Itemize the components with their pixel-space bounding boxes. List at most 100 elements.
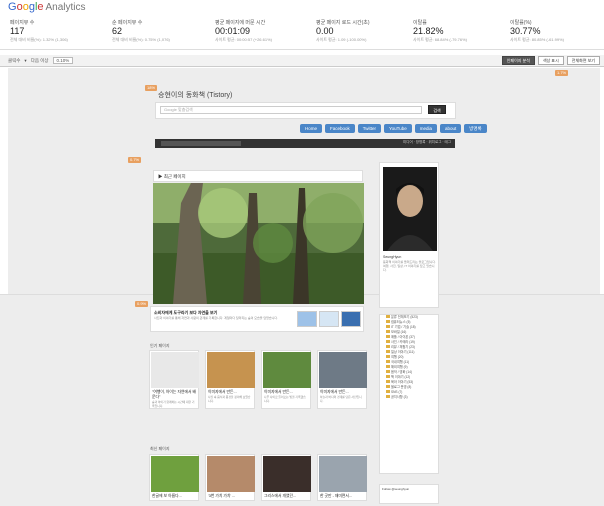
folder-icon (386, 330, 390, 333)
menu-links[interactable]: 미디어 · 방명록 · 위치로그 · 태그 (403, 140, 451, 145)
post-thumbnail (263, 352, 311, 388)
folder-icon (386, 395, 390, 398)
post-card[interactable]: 한글에 보 아름다... (149, 454, 199, 501)
inpage-toolbar: 클릭수 ▾ 다음 이상 0.10% 인페이지 분석 색상 표시 전체화면 보기 (0, 55, 604, 67)
metric-load-time: 평균 페이지 로드 시간(초) 0.00 사이트 평균: 1.09 (-100.… (316, 19, 421, 43)
post-card-title[interactable]: 한 곳만 - 재미면서... (318, 493, 366, 500)
click-badge[interactable]: 0.9% (135, 301, 149, 307)
nav-facebook[interactable]: Facebook (325, 124, 355, 133)
featured-thumbs (297, 311, 361, 327)
folder-icon (386, 385, 390, 388)
toolbar-actions: 인페이지 분석 색상 표시 전체화면 보기 (501, 56, 600, 65)
nav-twitter[interactable]: Twitter (357, 124, 382, 133)
metric-sub: 사이트 평균: 68.84% (-79.76%) (413, 37, 467, 42)
threshold-input[interactable]: 0.10% (52, 57, 74, 64)
metric-label: 페이지뷰 수 (10, 20, 35, 26)
metric-exit-rate: 이탈률(%) 30.77% 사이트 평균: 80.85% (-61.99%) (510, 19, 602, 43)
search-button[interactable]: 검색 (428, 105, 446, 114)
click-badge[interactable]: 1.7% (555, 70, 569, 76)
profile-photo[interactable] (383, 167, 437, 251)
fullscreen-button[interactable]: 전체화면 보기 (566, 56, 600, 65)
thumbnail[interactable] (297, 311, 317, 327)
color-toggle-button[interactable]: 색상 표시 (537, 56, 564, 65)
section-popular: 인기 페이지 (150, 343, 170, 348)
nav-youtube[interactable]: YouTube (384, 124, 412, 133)
metric-label: 이탈률(%) (510, 20, 532, 26)
post-card-title[interactable]: '3번 가치 가치' ... (206, 493, 254, 500)
post-thumbnail (151, 352, 199, 388)
folder-icon (386, 370, 390, 373)
folder-icon (386, 345, 390, 348)
featured-post-desc: 사진과 이야기를 통해 자연과 사람의 관계를 기록합니다. 계절마다 달라지는… (154, 316, 278, 320)
post-card-title[interactable]: 한글에 보 아름다... (150, 493, 198, 500)
metric-value: 117 (10, 26, 25, 36)
metric-unique-pageviews: 순 페이지뷰 수 62 전체 대비 비율(%): 0.75% (1,076) (112, 19, 217, 43)
post-card-text: 나무 사이로 들어오는 빛을 기록했습니다. (264, 395, 306, 403)
metric-sub: 전체 대비 비율(%): 0.75% (1,076) (112, 37, 170, 42)
post-card[interactable]: 그리스에서 개였던... (261, 454, 311, 501)
folder-icon (386, 375, 390, 378)
post-thumbnail (319, 456, 367, 492)
post-thumbnail (319, 352, 367, 388)
post-card[interactable]: 이미지에서 만든... 사진 속 음식과 풍경을 정리해 보았습니다. (205, 350, 255, 409)
avatar (383, 167, 437, 251)
post-card-text: 하늘과 바다의 경계를 담은 사진입니다. (320, 395, 362, 403)
folder-icon (386, 365, 390, 368)
post-card-text: 사진 속 음식과 풍경을 정리해 보았습니다. (208, 395, 251, 403)
chevron-down-icon[interactable]: ▾ (24, 58, 26, 64)
recent-posts-header[interactable]: ▶ 최근 페이지 (153, 170, 363, 182)
logo-google: Google (8, 1, 44, 13)
click-badge[interactable]: 18% (145, 85, 158, 91)
metric-sub: 사이트 평균: 1.09 (-100.00%) (316, 37, 367, 42)
post-card-title[interactable]: 그리스에서 개였던... (262, 493, 310, 500)
folder-icon (386, 355, 390, 358)
folder-icon (386, 390, 390, 393)
post-thumbnail (207, 456, 255, 492)
metric-select[interactable]: 클릭수 (8, 58, 20, 64)
nav-about[interactable]: about (440, 124, 462, 133)
metric-value: 0.00 (316, 26, 334, 36)
folder-icon (386, 350, 390, 353)
metric-sub: 전체 대비 비율(%): 1.32% (1,306) (10, 37, 68, 42)
search-input[interactable]: Google 맞춤검색 (160, 106, 422, 114)
recent-posts-grid: 한글에 보 아름다... '3번 가치 가치' ... 그리스에서 개였던...… (149, 454, 367, 501)
post-card[interactable]: 한 곳만 - 재미면서... (317, 454, 367, 501)
menu-search-input[interactable] (161, 141, 241, 146)
threshold-label: 다음 이상 (30, 57, 49, 63)
blog-title[interactable]: 승현이의 동화책 (Tistory) (158, 90, 232, 100)
main-post-photo[interactable] (153, 183, 364, 304)
section-recent: 최신 페이지 (150, 446, 170, 451)
thumbnail[interactable] (341, 311, 361, 327)
category-item[interactable]: 공지사항 (3) (380, 395, 438, 400)
blog-nav: Home Facebook Twitter YouTube media abou… (300, 124, 487, 133)
post-card[interactable]: 이미지에서 만든... 하늘과 바다의 경계를 담은 사진입니다. (317, 350, 367, 409)
metric-label: 이탈률 (413, 20, 427, 26)
metric-label: 평균 페이지에 머문 시간 (215, 20, 266, 26)
post-card[interactable]: '3번 가치 가치' ... (205, 454, 255, 501)
post-card[interactable]: "여행이, 아이는 자연에서 배운다" 숲과 아이가 함께하는 시간에 대한 기… (149, 350, 199, 409)
twitter-follow-link[interactable]: Follow @seunghyun (382, 487, 409, 491)
post-thumbnail (151, 456, 199, 492)
logo-analytics: Analytics (45, 2, 86, 13)
show-stats-button[interactable]: 인페이지 분석 (501, 56, 535, 65)
post-card-text: 숲과 아이가 함께하는 시간에 대한 기록입니다. (152, 400, 195, 408)
folder-icon (386, 380, 390, 383)
thumbnail[interactable] (319, 311, 339, 327)
blog-menu-bar: 미디어 · 방명록 · 위치로그 · 태그 (155, 139, 455, 148)
metric-sub: 사이트 평균: 00:00:57 (+26.61%) (215, 37, 272, 42)
profile-description: 동화책 이야기를 들려드리는 블로그입니다. 여행, 사진, 일상, IT 이야… (383, 260, 437, 272)
metric-value: 62 (112, 26, 123, 36)
nav-home[interactable]: Home (300, 124, 323, 133)
nav-guestbook[interactable]: 방명록 (464, 124, 487, 133)
google-analytics-logo[interactable]: Google Analytics (8, 1, 86, 13)
nav-media[interactable]: media (414, 124, 437, 133)
folder-icon (386, 335, 390, 338)
post-card[interactable]: 이미지에서 만든... 나무 사이로 들어오는 빛을 기록했습니다. (261, 350, 311, 409)
metric-sub: 사이트 평균: 80.85% (-61.99%) (510, 37, 564, 42)
toolbar-filters: 클릭수 ▾ 다음 이상 0.10% (8, 57, 74, 64)
metric-value: 30.77% (510, 26, 541, 36)
metric-value: 21.82% (413, 26, 444, 36)
post-thumbnail (263, 456, 311, 492)
click-badge[interactable]: 0.7% (128, 157, 142, 163)
featured-post[interactable]: 소비자에게 도구라기 보다 자연을 보기 사진과 이야기를 통해 자연과 사람의… (150, 306, 364, 332)
